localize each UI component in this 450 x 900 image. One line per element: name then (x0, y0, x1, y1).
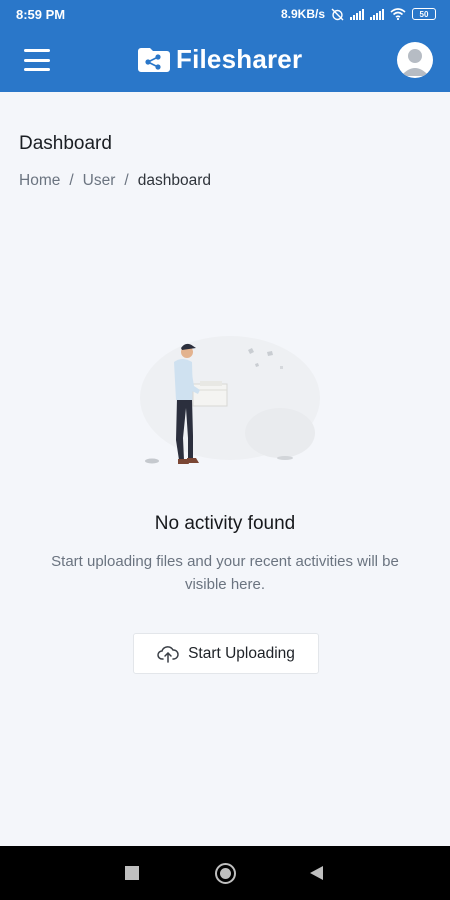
network-speed: 8.9KB/s (280, 7, 325, 21)
back-triangle-icon[interactable] (309, 865, 324, 881)
signal-icon (350, 8, 364, 20)
start-uploading-label: Start Uploading (188, 644, 295, 662)
breadcrumb-current: dashboard (137, 172, 211, 189)
breadcrumb-user[interactable]: User (83, 172, 116, 190)
status-time: 8:59 PM (16, 6, 66, 22)
brand-name: Filesharer (176, 44, 303, 74)
hamburger-menu-icon[interactable] (24, 49, 50, 71)
status-icons: 8.9KB/s 50 (281, 7, 436, 21)
breadcrumb-separator: / (69, 172, 74, 189)
page-title: Dashboard (19, 133, 112, 154)
user-avatar-icon[interactable] (397, 42, 433, 78)
empty-state-description: Start uploading files and your recent ac… (51, 553, 399, 593)
recents-square-icon[interactable] (125, 866, 139, 880)
alarm-off-icon (331, 8, 344, 20)
app-bar: Filesharer (0, 28, 450, 92)
signal-icon (370, 8, 384, 20)
wifi-icon (390, 8, 406, 20)
breadcrumb-separator: / (124, 172, 129, 189)
empty-state-illustration (140, 336, 320, 464)
start-uploading-button[interactable]: Start Uploading (133, 633, 319, 674)
battery-icon: 50 (412, 8, 436, 20)
home-circle-icon[interactable] (215, 863, 236, 884)
status-bar: 8:59 PM 8.9KB/s 50 (0, 0, 450, 28)
brand-logo: Filesharer (136, 44, 302, 75)
folder-share-icon (138, 47, 170, 72)
breadcrumb: Home / User / dashboard (19, 172, 211, 190)
system-nav-bar (0, 846, 450, 900)
breadcrumb-home[interactable]: Home (19, 172, 60, 190)
empty-state-title: No activity found (154, 513, 296, 534)
cloud-upload-icon (157, 645, 179, 663)
